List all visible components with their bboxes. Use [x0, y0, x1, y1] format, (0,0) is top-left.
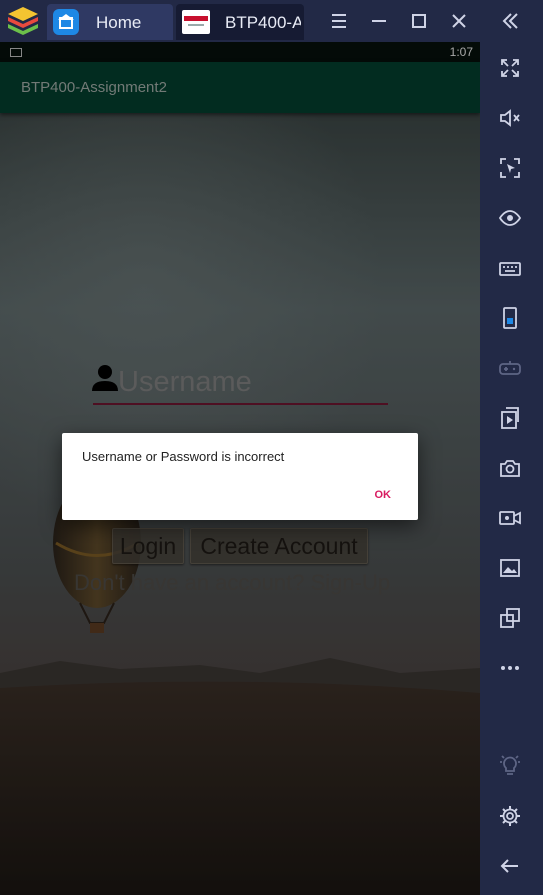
minimize-icon[interactable]: [367, 9, 391, 33]
bluestacks-logo: [8, 7, 38, 35]
light-bulb-icon[interactable]: [498, 754, 522, 778]
tab-home-label: Home: [96, 13, 142, 32]
bluestacks-sidebar: [480, 42, 543, 895]
tab-home[interactable]: Home: [47, 4, 173, 40]
seneca-logo-icon: [182, 10, 210, 34]
more-icon[interactable]: [498, 656, 522, 680]
android-screen: 1:07 BTP400-Assignment2 Username Login C…: [0, 42, 480, 895]
media-folder-icon[interactable]: [498, 556, 522, 580]
fullscreen-icon[interactable]: [498, 56, 522, 80]
bluestacks-title-bar: Home BTP400-Assignment2: [0, 0, 543, 42]
close-icon[interactable]: [447, 9, 471, 33]
settings-icon[interactable]: [498, 804, 522, 828]
tab-app-label: BTP400-Assignment2: [225, 13, 301, 32]
menu-icon[interactable]: [327, 9, 351, 33]
eye-icon[interactable]: [498, 206, 522, 230]
pointer-select-icon[interactable]: [498, 156, 522, 180]
keyboard-icon[interactable]: [498, 256, 522, 280]
camera-icon[interactable]: [498, 456, 522, 480]
maximize-icon[interactable]: [407, 9, 431, 33]
dialog-message: Username or Password is incorrect: [82, 449, 285, 464]
phone-portrait-icon[interactable]: [498, 306, 522, 330]
media-import-icon[interactable]: [498, 406, 522, 430]
home-icon: [53, 9, 79, 35]
multi-instance-icon[interactable]: [498, 606, 522, 630]
tab-app[interactable]: BTP400-Assignment2: [176, 4, 304, 40]
screen-record-icon[interactable]: [498, 506, 522, 530]
volume-mute-icon[interactable]: [498, 106, 522, 130]
ok-button[interactable]: OK: [370, 487, 397, 503]
gamepad-icon[interactable]: [498, 356, 522, 380]
back-arrow-icon[interactable]: [498, 854, 522, 878]
collapse-sidebar-icon[interactable]: [498, 9, 522, 33]
error-dialog: Username or Password is incorrect OK: [62, 433, 418, 520]
